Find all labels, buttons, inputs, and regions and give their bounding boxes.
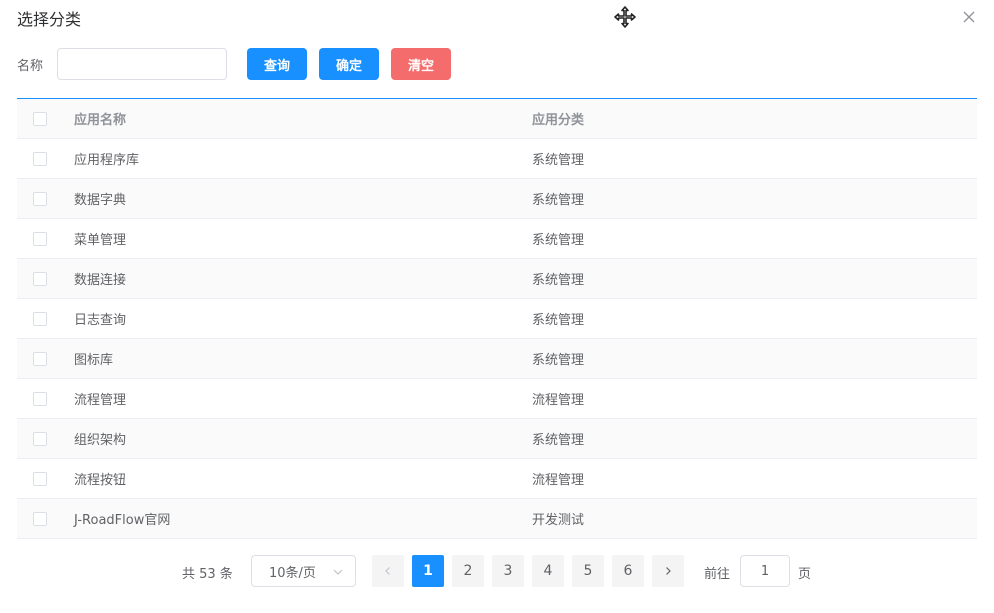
app-category-cell: 系统管理	[532, 233, 585, 248]
move-icon[interactable]	[613, 5, 637, 29]
page-number-3[interactable]: 3	[492, 555, 524, 587]
page-number-6[interactable]: 6	[612, 555, 644, 587]
table-body: 应用程序库 系统管理 数据字典 系统管理 菜单管理 系统管理 数据连接 系统管理 日志查询 系统管…	[17, 139, 977, 539]
app-name-cell: 应用程序库	[74, 153, 140, 168]
app-name-cell: 图标库	[74, 353, 114, 368]
row-checkbox[interactable]	[33, 231, 47, 246]
clear-button[interactable]: 清空	[391, 48, 451, 80]
app-category-cell: 系统管理	[532, 353, 585, 368]
app-name-cell: J-RoadFlow官网	[74, 513, 171, 528]
page-number-5[interactable]: 5	[572, 555, 604, 587]
dialog-title: 选择分类	[17, 10, 82, 29]
total-count: 共 53 条	[182, 567, 233, 582]
row-checkbox[interactable]	[33, 391, 47, 406]
select-all-checkbox[interactable]	[33, 111, 47, 126]
column-header-app-category[interactable]: 应用分类	[521, 109, 977, 128]
app-category-cell: 开发测试	[532, 513, 585, 528]
application-table: 应用名称 应用分类 应用程序库 系统管理 数据字典 系统管理 菜单管理 系统管理 数据连接系…	[17, 98, 977, 539]
page-number-2[interactable]: 2	[452, 555, 484, 587]
app-category-cell: 系统管理	[532, 193, 585, 208]
confirm-button[interactable]: 确定	[319, 48, 379, 80]
row-checkbox[interactable]	[33, 151, 47, 166]
row-checkbox[interactable]	[33, 191, 47, 206]
app-category-cell: 系统管理	[532, 153, 585, 168]
name-filter-label: 名称	[17, 58, 44, 74]
app-name-cell: 菜单管理	[74, 233, 127, 248]
page-size-select[interactable]: 10条/页	[251, 555, 356, 587]
row-checkbox[interactable]	[33, 431, 47, 446]
table-row[interactable]: 菜单管理 系统管理	[17, 219, 977, 259]
row-checkbox[interactable]	[33, 511, 47, 526]
app-name-cell: 流程管理	[74, 393, 127, 408]
table-row[interactable]: J-RoadFlow官网 开发测试	[17, 499, 977, 539]
page-size-value: 10条/页	[269, 565, 316, 581]
app-name-cell: 日志查询	[74, 313, 127, 328]
app-name-cell: 组织架构	[74, 433, 127, 448]
close-icon[interactable]	[962, 10, 976, 24]
next-page-button[interactable]	[652, 555, 684, 587]
goto-label: 前往	[704, 567, 731, 582]
chevron-left-icon	[385, 567, 390, 575]
page-number-4[interactable]: 4	[532, 555, 564, 587]
app-category-cell: 系统管理	[532, 433, 585, 448]
row-checkbox[interactable]	[33, 351, 47, 366]
table-row[interactable]: 数据连接 系统管理	[17, 259, 977, 299]
goto-page-input[interactable]	[740, 555, 790, 587]
page-suffix-label: 页	[798, 567, 812, 582]
app-category-cell: 流程管理	[532, 393, 585, 408]
column-header-app-name[interactable]: 应用名称	[63, 109, 521, 128]
app-category-cell: 系统管理	[532, 273, 585, 288]
page-number-1[interactable]: 1	[412, 555, 444, 587]
name-search-input[interactable]	[57, 48, 227, 80]
app-name-cell: 流程按钮	[74, 473, 127, 488]
row-checkbox[interactable]	[33, 471, 47, 486]
app-name-cell: 数据字典	[74, 193, 127, 208]
prev-page-button[interactable]	[372, 555, 404, 587]
row-checkbox[interactable]	[33, 271, 47, 286]
table-row[interactable]: 组织架构 系统管理	[17, 419, 977, 459]
table-row[interactable]: 日志查询 系统管理	[17, 299, 977, 339]
app-name-cell: 数据连接	[74, 273, 127, 288]
row-checkbox[interactable]	[33, 311, 47, 326]
query-button[interactable]: 查询	[247, 48, 307, 80]
app-category-cell: 系统管理	[532, 313, 585, 328]
table-header: 应用名称 应用分类	[17, 99, 977, 139]
app-category-cell: 流程管理	[532, 473, 585, 488]
table-row[interactable]: 应用程序库 系统管理	[17, 139, 977, 179]
chevron-down-icon	[333, 569, 343, 575]
table-row[interactable]: 数据字典 系统管理	[17, 179, 977, 219]
table-row[interactable]: 图标库 系统管理	[17, 339, 977, 379]
select-category-dialog: 选择分类 名称 查询 确定 清空 应用名称 应用分类 应用程序库 系统管理 数据字典…	[0, 0, 994, 613]
filter-bar: 名称 查询 确定 清空	[17, 48, 451, 80]
pagination: 共 53 条 10条/页 123456 前往 页	[0, 555, 994, 587]
table-row[interactable]: 流程管理 流程管理	[17, 379, 977, 419]
chevron-right-icon	[666, 567, 671, 575]
table-row[interactable]: 流程按钮 流程管理	[17, 459, 977, 499]
